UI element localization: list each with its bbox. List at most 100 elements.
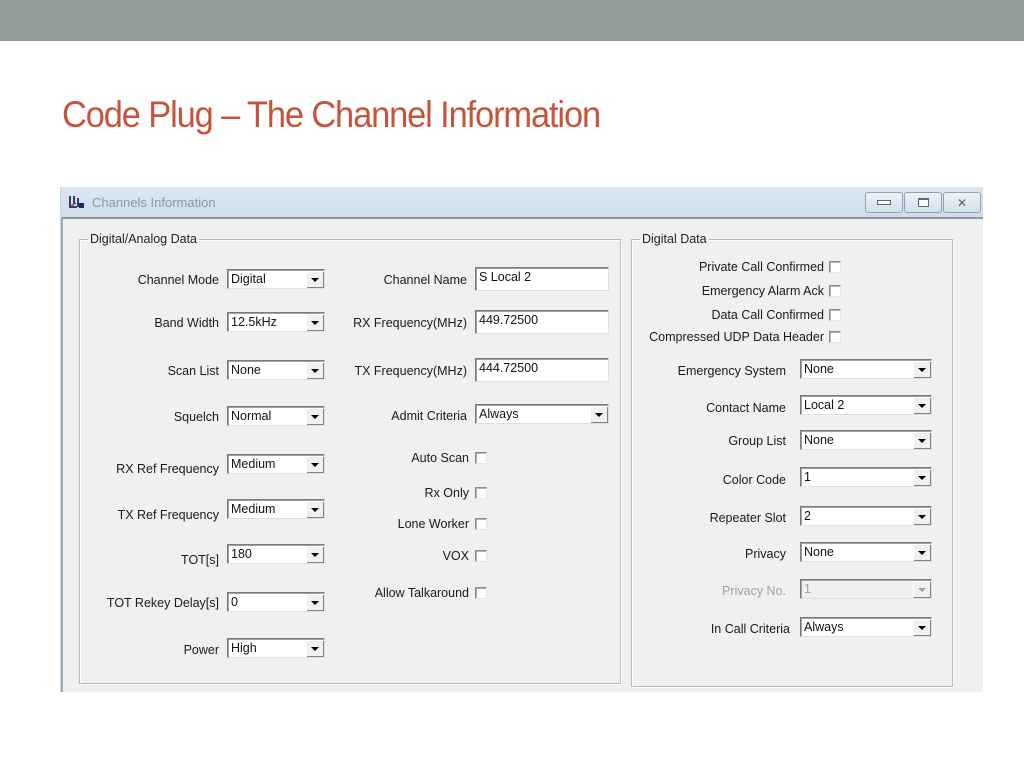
group-list-select[interactable]: None (800, 430, 932, 450)
slide-title: Code Plug – The Channel Information (62, 94, 601, 135)
tx-ref-frequency-select[interactable]: Medium (227, 499, 325, 519)
maximize-button[interactable] (904, 192, 942, 213)
admit-criteria-label: Admit Criteria (391, 409, 467, 423)
channel-name-label: Channel Name (383, 273, 467, 287)
privacy-label: Privacy (745, 547, 786, 561)
dropdown-button[interactable] (306, 640, 323, 656)
chevron-down-icon (311, 647, 319, 651)
dropdown-button[interactable] (913, 544, 930, 560)
repeater-slot-select[interactable]: 2 (800, 506, 932, 526)
chevron-down-icon (918, 551, 926, 555)
dropdown-button[interactable] (306, 314, 323, 330)
chevron-down-icon (918, 515, 926, 519)
tx-ref-frequency-label: TX Ref Frequency (117, 508, 219, 522)
client-border-left (61, 217, 63, 692)
chevron-down-icon (311, 508, 319, 512)
dropdown-button[interactable] (306, 501, 323, 517)
data-call-confirmed-label: Data Call Confirmed (711, 308, 824, 322)
chevron-down-icon (311, 415, 319, 419)
chevron-down-icon (311, 601, 319, 605)
slide-header-bar (0, 0, 1024, 41)
lone-worker-label: Lone Worker (397, 517, 469, 531)
tx-frequency-label: TX Frequency(MHz) (354, 364, 467, 378)
squelch-select[interactable]: Normal (227, 406, 325, 426)
private-call-confirmed-checkbox[interactable] (829, 261, 841, 273)
window-titlebar[interactable]: Channels Information ✕ (61, 187, 983, 217)
emergency-system-label: Emergency System (677, 364, 786, 378)
rx-frequency-label: RX Frequency(MHz) (353, 316, 467, 330)
close-button[interactable]: ✕ (943, 192, 981, 213)
dropdown-button[interactable] (913, 619, 930, 635)
minimize-button[interactable] (865, 192, 903, 213)
privacy-no-label: Privacy No. (722, 584, 786, 598)
tot-rekey-delay-label: TOT Rekey Delay[s] (106, 596, 219, 610)
chevron-down-icon (918, 626, 926, 630)
rx-frequency-input[interactable]: 449.72500 (475, 310, 609, 334)
chevron-down-icon (918, 476, 926, 480)
lone-worker-checkbox[interactable] (475, 518, 487, 530)
minimize-icon (877, 200, 891, 205)
chevron-down-icon (311, 463, 319, 467)
dropdown-button[interactable] (306, 546, 323, 562)
tx-frequency-input[interactable]: 444.72500 (475, 358, 609, 382)
dropdown-button[interactable] (306, 408, 323, 424)
repeater-slot-value: 2 (804, 509, 811, 523)
in-call-criteria-value: Always (804, 620, 844, 634)
dropdown-button[interactable] (306, 594, 323, 610)
band-width-value: 12.5kHz (231, 315, 277, 329)
chevron-down-icon (311, 369, 319, 373)
color-code-value: 1 (804, 470, 811, 484)
scan-list-label: Scan List (167, 364, 219, 378)
emergency-system-select[interactable]: None (800, 359, 932, 379)
tot-value: 180 (231, 547, 252, 561)
channel-mode-select[interactable]: Digital (227, 269, 325, 289)
tot-select[interactable]: 180 (227, 544, 325, 564)
color-code-select[interactable]: 1 (800, 467, 932, 487)
vox-checkbox[interactable] (475, 550, 487, 562)
admit-criteria-select[interactable]: Always (475, 404, 609, 424)
dropdown-button[interactable] (913, 361, 930, 377)
auto-scan-checkbox[interactable] (475, 452, 487, 464)
chevron-down-icon (918, 588, 926, 592)
channels-information-window: Channels Information ✕ Digital/Analog Da… (60, 187, 983, 692)
compressed-udp-data-header-checkbox[interactable] (829, 331, 841, 343)
client-border-top (61, 217, 983, 219)
rx-ref-frequency-value: Medium (231, 457, 276, 471)
scan-list-select[interactable]: None (227, 360, 325, 380)
vox-label: VOX (442, 549, 469, 563)
dropdown-button[interactable] (913, 469, 930, 485)
channel-name-input[interactable]: S Local 2 (475, 267, 609, 291)
contact-name-select[interactable]: Local 2 (800, 395, 932, 415)
privacy-no-select: 1 (800, 579, 932, 599)
window-title: Channels Information (92, 195, 216, 210)
dropdown-button[interactable] (306, 456, 323, 472)
band-width-select[interactable]: 12.5kHz (227, 312, 325, 332)
dropdown-button[interactable] (590, 406, 607, 422)
contact-name-value: Local 2 (804, 398, 845, 412)
dropdown-button[interactable] (306, 271, 323, 287)
emergency-alarm-ack-checkbox[interactable] (829, 285, 841, 297)
dropdown-button[interactable] (913, 397, 930, 413)
power-select[interactable]: High (227, 638, 325, 658)
allow-talkaround-checkbox[interactable] (475, 587, 487, 599)
private-call-confirmed-label: Private Call Confirmed (698, 260, 824, 274)
squelch-value: Normal (231, 409, 272, 423)
rx-ref-frequency-select[interactable]: Medium (227, 454, 325, 474)
digital-analog-data-legend: Digital/Analog Data (90, 232, 198, 246)
contact-name-label: Contact Name (706, 401, 786, 415)
in-call-criteria-select[interactable]: Always (800, 617, 932, 637)
dropdown-button[interactable] (913, 432, 930, 448)
color-code-label: Color Code (722, 473, 786, 487)
privacy-select[interactable]: None (800, 542, 932, 562)
group-list-label: Group List (728, 434, 786, 448)
allow-talkaround-label: Allow Talkaround (374, 586, 469, 600)
data-call-confirmed-checkbox[interactable] (829, 309, 841, 321)
dropdown-button[interactable] (306, 362, 323, 378)
tx-ref-frequency-value: Medium (231, 502, 276, 516)
tot-label: TOT[s] (181, 553, 219, 567)
tot-rekey-delay-select[interactable]: 0 (227, 592, 325, 612)
rx-only-checkbox[interactable] (475, 487, 487, 499)
chevron-down-icon (311, 553, 319, 557)
dropdown-button[interactable] (913, 508, 930, 524)
rx-ref-frequency-label: RX Ref Frequency (116, 462, 219, 476)
